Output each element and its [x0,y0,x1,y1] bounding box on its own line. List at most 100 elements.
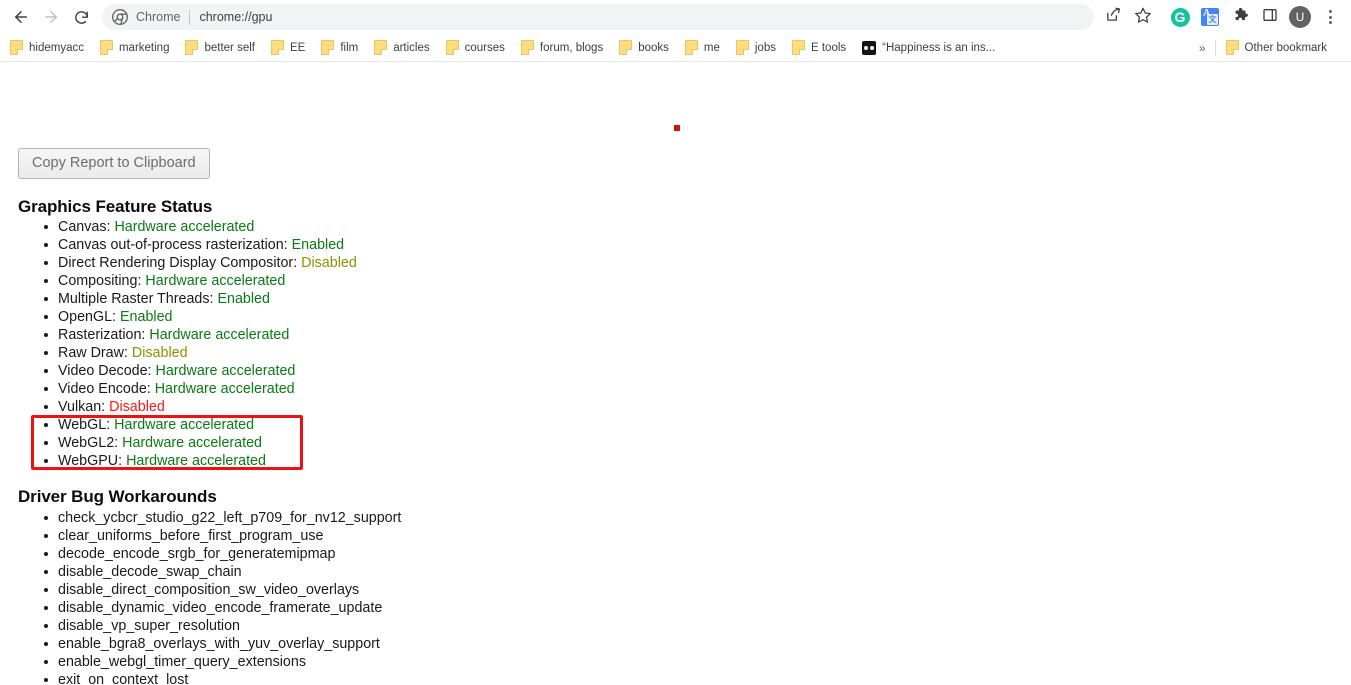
bookmark-item-marketing[interactable]: marketing [99,37,177,59]
chrome-menu-icon [1328,10,1332,24]
reload-button[interactable] [66,2,96,32]
folder-icon [735,40,749,55]
folder-icon [619,40,633,55]
google-translate-extension-icon: A 文 [1201,8,1219,26]
bookmark-item-hidemyacc[interactable]: hidemyacc [10,37,91,59]
list-item: WebGL2: Hardware accelerated [42,434,357,452]
driver-bug-workarounds-heading: Driver Bug Workarounds [18,487,217,506]
bookmark-label: jobs [754,41,776,54]
bookmark-item-courses[interactable]: courses [445,37,512,59]
arrow-right-icon [42,8,60,26]
feature-value: Hardware accelerated [154,381,295,397]
feature-name: Canvas: [58,219,111,235]
feature-value: Enabled [120,309,173,325]
list-item: Video Decode: Hardware accelerated [42,362,357,380]
side-panel-icon [1262,7,1278,28]
list-item: clear_uniforms_before_first_program_use [42,527,401,545]
bookmark-label: “Happiness is an ins... [882,41,996,54]
grammarly-extension-button[interactable]: G [1165,2,1195,32]
list-item: OpenGL: Enabled [42,308,357,326]
address-bar[interactable]: Chrome chrome://gpu [102,4,1094,30]
feature-value: Enabled [291,237,345,253]
bookmark-label: marketing [118,41,170,54]
list-item: Canvas: Hardware accelerated [42,218,357,236]
google-translate-extension-button[interactable]: A 文 [1195,2,1225,32]
bookmark-item-ee[interactable]: EE [270,37,312,59]
feature-name: Rasterization: [58,327,146,343]
feature-value: Hardware accelerated [114,219,255,235]
share-icon [1105,6,1122,28]
back-button[interactable] [6,2,36,32]
folder-icon [684,40,698,55]
feature-name: WebGL: [58,417,111,433]
folder-icon [520,40,534,55]
side-panel-button[interactable] [1255,2,1285,32]
arrow-left-icon [12,8,30,26]
bookmarks-overflow-button[interactable]: » [1190,41,1215,55]
list-item: Raw Draw: Disabled [42,344,357,362]
feature-value: Hardware accelerated [122,435,262,451]
bookmark-label: film [340,41,359,54]
bookmark-item-books[interactable]: books [619,37,676,59]
copy-report-to-clipboard-button[interactable]: Copy Report to Clipboard [18,148,210,179]
forward-button[interactable] [36,2,66,32]
omnibox-url-text: chrome://gpu [199,10,273,24]
bookmark-item-happiness-quote[interactable]: “Happiness is an ins... [862,37,1002,59]
driver-bug-workarounds-list: check_ycbcr_studio_g22_left_p709_for_nv1… [42,509,401,685]
share-button[interactable] [1098,2,1128,32]
profile-avatar: U [1289,6,1311,28]
list-item: enable_webgl_timer_query_extensions [42,653,401,671]
feature-value: Hardware accelerated [126,453,266,469]
translate-letter-glyph: 文 [1207,14,1218,25]
list-item: Vulkan: Disabled [42,398,357,416]
bookmark-label: E tools [810,41,847,54]
feature-value: Hardware accelerated [155,363,296,379]
feature-name: Compositing: [58,273,142,289]
bookmark-item-jobs[interactable]: jobs [735,37,783,59]
bookmark-item-film[interactable]: film [321,37,365,59]
folder-icon [791,40,805,55]
chrome-menu-button[interactable] [1315,2,1345,32]
feature-name: Multiple Raster Threads: [58,291,214,307]
list-item: Direct Rendering Display Compositor: Dis… [42,254,357,272]
list-item: check_ycbcr_studio_g22_left_p709_for_nv1… [42,509,401,527]
bookmark-star-button[interactable] [1128,2,1158,32]
toolbar-actions: G A 文 U [1098,2,1345,32]
bookmark-item-e-tools[interactable]: E tools [791,37,853,59]
feature-value: Disabled [109,399,165,415]
bookmark-label: better self [204,41,255,54]
chrome-logo-icon [112,9,128,25]
feature-value: Hardware accelerated [149,327,290,343]
feature-name: Direct Rendering Display Compositor: [58,255,298,271]
list-item: Canvas out-of-process rasterization: Ena… [42,236,357,254]
feature-name: WebGPU: [58,453,123,469]
folder-icon [1225,40,1239,55]
graphics-feature-status-heading: Graphics Feature Status [18,197,213,216]
bookmark-label: articles [393,41,430,54]
bookmark-item-forum-blogs[interactable]: forum, blogs [520,37,610,59]
feature-name: Canvas out-of-process rasterization: [58,237,288,253]
feature-value: Disabled [301,255,357,271]
folder-icon [99,40,113,55]
list-item: WebGL: Hardware accelerated [42,416,357,434]
feature-name: OpenGL: [58,309,117,325]
bookmark-item-articles[interactable]: articles [374,37,436,59]
list-item: exit_on_context_lost [42,671,401,685]
list-item: Video Encode: Hardware accelerated [42,380,357,398]
bookmarks-bar: hidemyacc marketing better self EE film … [0,34,1351,62]
feature-name: Raw Draw: [58,345,128,361]
feature-value: Disabled [131,345,188,361]
grammarly-extension-icon: G [1170,7,1190,27]
folder-icon [270,40,284,55]
bookmark-item-me[interactable]: me [684,37,727,59]
profile-button[interactable]: U [1285,2,1315,32]
list-item: disable_direct_composition_sw_video_over… [42,581,401,599]
list-item: disable_dynamic_video_encode_framerate_u… [42,599,401,617]
bookmark-item-better-self[interactable]: better self [185,37,262,59]
extensions-button[interactable] [1225,2,1255,32]
folder-icon [374,40,388,55]
bookmark-item-other-bookmarks[interactable]: Other bookmark [1225,37,1334,59]
feature-name: Video Encode: [58,381,151,397]
bookmark-label: forum, blogs [539,41,604,54]
list-item: Multiple Raster Threads: Enabled [42,290,357,308]
